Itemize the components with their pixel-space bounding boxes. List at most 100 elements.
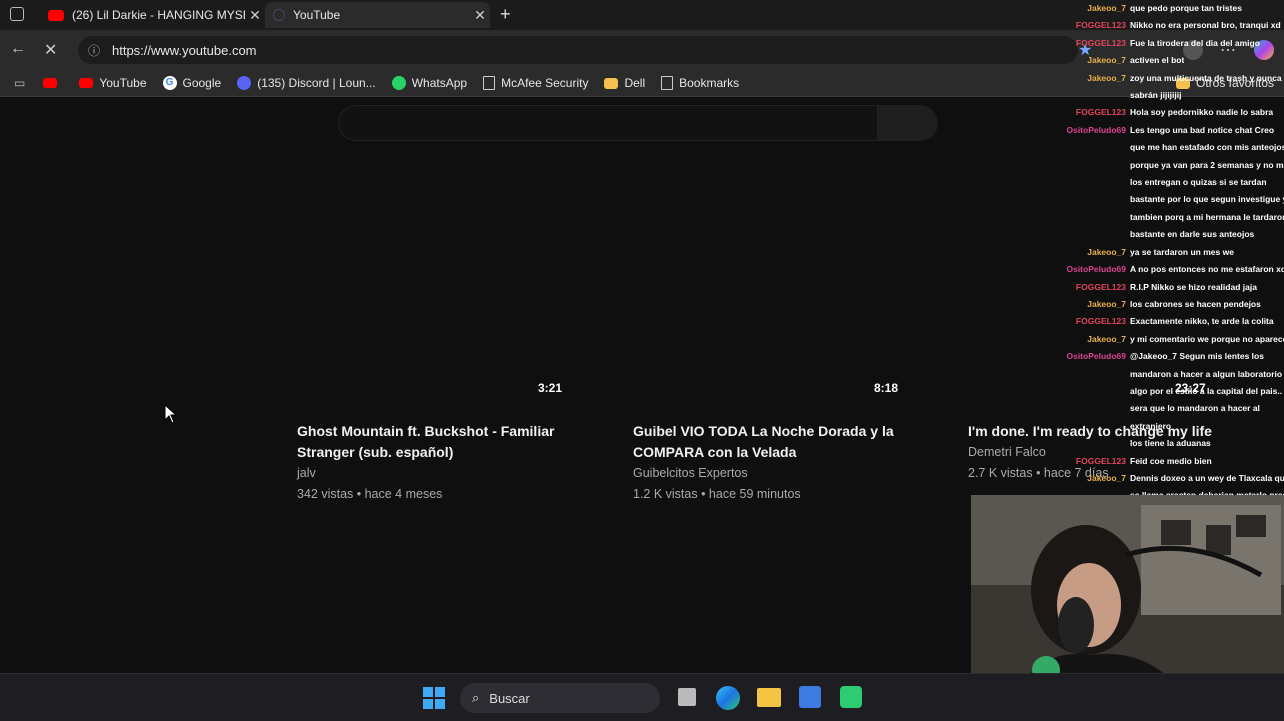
edge-browser-icon[interactable] [716, 686, 740, 710]
folder-icon [604, 77, 619, 89]
windows-start-icon[interactable] [423, 687, 445, 709]
app-icon[interactable] [840, 686, 862, 708]
new-tab-button[interactable]: + [500, 4, 511, 25]
chat-text: R.I.P Nikko se hizo realidad jaja [1130, 281, 1257, 292]
chat-message: los entregan o quizas si se tardan [1060, 174, 1284, 191]
chat-message: FOGGEL123 Feid coe medio bien [1060, 453, 1284, 470]
video-card[interactable]: 8:18 Guibel VIO TODA La Noche Dorada y l… [633, 381, 933, 505]
chat-message: los tiene la aduanas [1060, 435, 1284, 452]
chat-message: tambien porq a mi hermana le tardaron [1060, 209, 1284, 226]
youtube-favicon-icon [48, 9, 64, 21]
video-channel[interactable]: Guibelcitos Expertos [633, 463, 933, 484]
taskbar-search-input[interactable]: ⌕ Buscar [460, 683, 660, 713]
bookmark-whatsapp[interactable]: WhatsApp [391, 76, 467, 90]
chat-text: Dennis doxeo a un wey de Tlaxcala que [1130, 472, 1284, 483]
back-icon[interactable]: ← [10, 40, 26, 58]
bookmark-youtube[interactable]: YouTube [79, 76, 147, 90]
tab-title: YouTube [293, 8, 341, 22]
windows-taskbar: ⌕ Buscar [0, 673, 1284, 721]
tab-title: (26) Lil Darkie - HANGING MYSEL [72, 8, 245, 22]
video-card[interactable]: 3:21 Ghost Mountain ft. Buckshot - Famil… [297, 381, 597, 505]
chat-text: Fue la tirodera del dia del amigo [1130, 37, 1260, 48]
search-icon: ⌕ [472, 690, 480, 705]
chat-username [1060, 418, 1126, 435]
bookmarks-toggle-icon[interactable]: ▭ [14, 76, 25, 90]
chat-message: OsitoPeludo69 Les tengo una bad notice ch… [1060, 122, 1284, 139]
url-text: https://www.youtube.com [112, 42, 257, 58]
chat-text: activen el bot [1130, 55, 1185, 66]
bookmark-label: Bookmarks [679, 76, 740, 90]
chat-username [1060, 383, 1126, 400]
chat-text: bastante en darle sus anteojos [1130, 229, 1255, 240]
chat-username [1060, 87, 1126, 104]
search-placeholder: Buscar [489, 690, 530, 706]
close-tab-icon[interactable]: ✕ [245, 7, 265, 24]
chat-message: Jakeoo_7 que pedo porque tan tristes [1060, 0, 1284, 17]
chat-text: A no pos entonces no me estafaron xdxd [1130, 264, 1284, 275]
chat-message: sabrán jijijijij [1060, 87, 1284, 104]
page-icon [483, 76, 496, 90]
bookmark-label: YouTube [99, 76, 147, 90]
bookmark-google[interactable]: G Google [162, 76, 222, 90]
chat-text: y mi comentario we porque no aparece [1130, 333, 1284, 344]
chat-text: Feid coe medio bien [1130, 455, 1212, 466]
chat-username: Jakeoo_7 [1087, 72, 1126, 83]
chat-username: Jakeoo_7 [1087, 246, 1126, 257]
chat-username [1060, 400, 1126, 417]
bookmark-bookmarks[interactable]: Bookmarks [661, 76, 739, 90]
bookmark-dell[interactable]: Dell [604, 76, 645, 90]
chat-username [1060, 435, 1126, 452]
chat-username: OsitoPeludo69 [1066, 124, 1126, 135]
chat-message: porque ya van para 2 semanas y no me [1060, 157, 1284, 174]
chat-text: Hola soy pedornikko nadie lo sabra [1130, 107, 1274, 118]
stop-loading-icon[interactable]: ✕ [44, 40, 57, 60]
chat-text: sabrán jijijijij [1130, 90, 1182, 101]
bookmark-label: McAfee Security [501, 76, 589, 90]
chat-message: FOGGEL123 Exactamente nikko, te arde la c… [1060, 313, 1284, 330]
video-duration: 8:18 [874, 381, 899, 395]
url-field[interactable]: ⓘ https://www.youtube.com [78, 36, 1078, 64]
site-info-icon[interactable]: ⓘ [88, 42, 106, 59]
chat-text: bastante por lo que segun investigue y [1130, 194, 1284, 205]
chat-username [1060, 157, 1126, 174]
chat-message: FOGGEL123 R.I.P Nikko se hizo realidad ja… [1060, 279, 1284, 296]
youtube-search-input[interactable] [338, 105, 878, 141]
close-tab-icon[interactable]: ✕ [470, 7, 490, 24]
chat-text: algo por el estilo a la capital del pais… [1130, 385, 1284, 396]
chat-message: bastante por lo que segun investigue y [1060, 191, 1284, 208]
chat-username: FOGGEL123 [1075, 455, 1126, 466]
chat-text: los entregan o quizas si se tardan [1130, 177, 1267, 188]
video-duration: 3:21 [538, 381, 563, 395]
video-meta: 342 vistas • hace 4 meses [297, 487, 443, 501]
discord-icon [237, 76, 252, 90]
task-view-icon[interactable] [678, 688, 696, 706]
video-title[interactable]: Ghost Mountain ft. Buckshot - Familiar S… [297, 421, 597, 463]
chat-username: FOGGEL123 [1075, 37, 1126, 48]
video-channel[interactable]: jalv [297, 463, 597, 484]
tab-youtube[interactable]: YouTube ✕ [265, 2, 490, 28]
bookmark-label: Google [182, 76, 222, 90]
chat-message: extranjero [1060, 418, 1284, 435]
tab-lil-darkie[interactable]: (26) Lil Darkie - HANGING MYSEL ✕ [40, 2, 265, 28]
store-icon[interactable] [799, 686, 821, 708]
chat-username: OsitoPeludo69 [1066, 264, 1126, 275]
chat-text: extranjero [1130, 420, 1172, 431]
tab-actions-icon[interactable] [10, 7, 24, 21]
whatsapp-icon [391, 76, 406, 90]
chat-message: sera que lo mandaron a hacer al [1060, 400, 1284, 417]
file-explorer-icon[interactable] [757, 688, 781, 707]
chat-username [1060, 226, 1126, 243]
loading-icon [273, 9, 285, 21]
video-title[interactable]: Guibel VIO TODA La Noche Dorada y la COM… [633, 421, 933, 463]
bookmark-youtube-red[interactable] [43, 78, 63, 88]
chat-message: algo por el estilo a la capital del pais… [1060, 383, 1284, 400]
google-icon: G [162, 76, 177, 90]
bookmark-mcafee[interactable]: McAfee Security [483, 76, 588, 90]
chat-message: Jakeoo_7 Dennis doxeo a un wey de Tlaxcal… [1060, 470, 1284, 487]
chat-text: sera que lo mandaron a hacer al [1130, 403, 1260, 414]
bookmark-discord[interactable]: (135) Discord | Loun... [237, 76, 376, 90]
chat-username: FOGGEL123 [1075, 281, 1126, 292]
chat-username: Jakeoo_7 [1087, 298, 1126, 309]
youtube-search-button[interactable] [878, 105, 938, 141]
chat-text: mandaron a hacer a algun laboratorio o [1130, 368, 1284, 379]
